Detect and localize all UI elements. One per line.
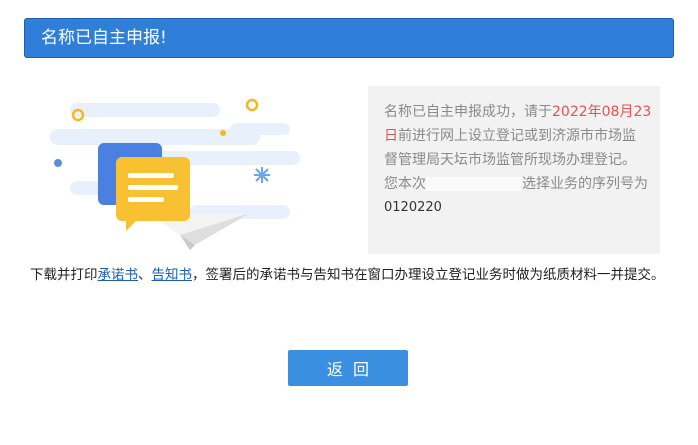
notice-prefix: 下载并打印 <box>30 267 98 283</box>
info-line-1: 名称已自主申报成功，请于2022年08月23 <box>384 100 652 124</box>
sparkle-icon <box>254 167 270 183</box>
info-text: 名称已自主申报成功，请于 <box>384 104 552 120</box>
registration-info-panel: 名称已自主申报成功，请于2022年08月23 日前进行网上设立登记或到济源市市场… <box>368 86 660 254</box>
info-text: 您本次 <box>384 176 426 192</box>
page-title: 名称已自主申报! <box>41 28 167 48</box>
page-header: 名称已自主申报! <box>24 18 674 58</box>
download-notice: 下载并打印承诺书、告知书，签署后的承诺书与告知书在窗口办理设立登记业务时做为纸质… <box>30 262 675 288</box>
info-line-3: 督管理局天坛市场监管所现场办理登记。 <box>384 152 636 168</box>
ring-dot-icon <box>245 98 259 112</box>
deadline-date-suffix: 日 <box>384 128 398 144</box>
back-button[interactable]: 返回 <box>288 350 408 386</box>
info-text: 选择业务的序列号为 <box>522 176 648 192</box>
info-line-2: 日前进行网上设立登记或到济源市市场监 <box>384 124 650 148</box>
commitment-letter-link[interactable]: 承诺书 <box>98 267 139 283</box>
deadline-date: 2022年08月23 <box>552 104 652 120</box>
message-plane-illustration <box>30 85 340 260</box>
notice-suffix: ，签署后的承诺书与告知书在窗口办理设立登记业务时做为纸质材料一并提交。 <box>192 267 665 283</box>
info-text: 前进行网上设立登记或到济源市市场监 <box>398 128 636 144</box>
illustration-svg <box>50 98 300 250</box>
info-line-4: 您本次 选择业务的序列号为 <box>384 172 650 196</box>
notice-separator: 、 <box>138 267 152 283</box>
masked-text <box>426 177 522 191</box>
serial-number: 0120220 <box>384 200 442 215</box>
notification-letter-link[interactable]: 告知书 <box>152 267 193 283</box>
